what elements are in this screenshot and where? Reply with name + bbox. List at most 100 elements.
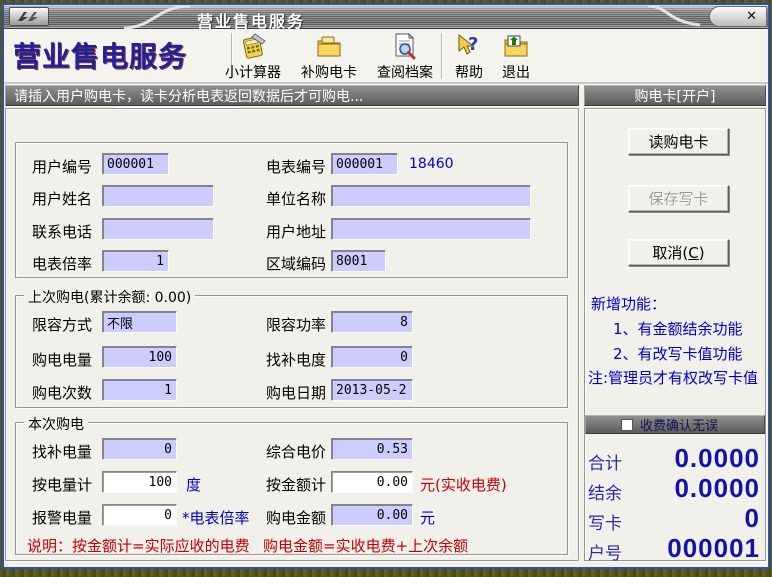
help-label: 帮助 (455, 62, 483, 82)
titlebar-swoosh (122, 5, 192, 29)
user-id-field[interactable] (102, 153, 169, 175)
limit-power-field[interactable] (331, 311, 413, 333)
account-row: 户号 000001 (586, 533, 764, 563)
alarm-energy-input[interactable] (102, 504, 177, 526)
close-icon: ✕ (746, 10, 757, 23)
note-right: 购电金额=实收电费+上次余额 (263, 535, 468, 556)
cancel-label-pre: 取消( (652, 242, 688, 263)
current-purchase-title: 本次购电 (24, 414, 88, 434)
total-row: 合计 0.0000 (586, 443, 764, 473)
toolbar: 营业售电服务 小计算器 (4, 29, 768, 84)
save-write-card-label: 保存写卡 (648, 188, 708, 209)
org-name-label: 单位名称 (266, 188, 326, 209)
new-features-title: 新增功能： (591, 293, 666, 314)
help-button[interactable]: ? 帮助 (447, 31, 491, 82)
write-card-label: 写卡 (588, 509, 622, 534)
meter-ratio-label: 电表倍率 (32, 253, 92, 274)
admin-note: 注:管理员才有权改写卡值 (588, 367, 758, 388)
view-archive-button[interactable]: 查阅档案 (372, 31, 438, 82)
address-field[interactable] (331, 218, 531, 240)
last-purchase-title: 上次购电(累计余额: 0.00) (24, 287, 195, 307)
by-amount-input[interactable] (331, 471, 413, 493)
archive-search-icon (392, 31, 418, 60)
status-message: 请插入用户购电卡，读卡分析电表返回数据后才可购电... (14, 86, 363, 106)
new-features-line1: 1、有金额结余功能 (613, 318, 743, 339)
purchase-count-label: 购电次数 (32, 382, 92, 403)
balance-row: 结余 0.0000 (586, 473, 764, 503)
meter-id-aux: 18460 (409, 156, 454, 172)
titlebar-swoosh-right (646, 5, 702, 29)
last-purchase-group: 上次购电(累计余额: 0.00) 限容方式 限容功率 购电电量 找补电度 购电次… (15, 295, 568, 408)
offset-degree-field[interactable] (331, 346, 413, 368)
rebuy-card-label: 补购电卡 (301, 62, 357, 82)
exit-icon (502, 31, 530, 60)
user-info-group: 用户编号 电表编号 18460 用户姓名 单位名称 联系电话 用户地址 电表倍率… (15, 142, 568, 278)
amount-field[interactable] (331, 504, 413, 526)
confirm-checkbox[interactable] (621, 419, 633, 431)
status-message-bar: 请插入用户购电卡，读卡分析电表返回数据后才可购电... (5, 85, 579, 106)
calculator-button[interactable]: 小计算器 (220, 31, 286, 82)
purchase-date-label: 购电日期 (266, 382, 326, 403)
rebuy-card-button[interactable]: 补购电卡 (296, 31, 362, 82)
save-write-card-button[interactable]: 保存写卡 (628, 185, 729, 212)
title-bar[interactable]: 营业售电服务 ✕ (4, 5, 768, 29)
unit-price-field[interactable] (331, 438, 413, 460)
calculator-icon (239, 31, 267, 60)
address-label: 用户地址 (266, 221, 326, 242)
cancel-label-key: C (688, 244, 698, 262)
limit-power-label: 限容功率 (266, 314, 326, 335)
write-card-row: 写卡 0 (586, 503, 764, 533)
account-label: 户号 (588, 539, 622, 564)
cancel-button[interactable]: 取消(C) (628, 239, 729, 266)
meter-id-label: 电表编号 (266, 156, 326, 177)
app-title: 营业售电服务 (13, 35, 187, 75)
alarm-energy-suffix: *电表倍率 (182, 507, 250, 528)
meter-ratio-field[interactable] (102, 250, 169, 272)
balance-value: 0.0000 (674, 473, 760, 504)
amount-suffix: 元 (420, 507, 435, 528)
limit-mode-field[interactable] (102, 311, 177, 333)
toolbar-separator-2 (441, 33, 443, 79)
phone-field[interactable] (102, 218, 214, 240)
org-name-field[interactable] (331, 185, 531, 207)
by-amount-suffix: 元(实收电费) (420, 474, 507, 495)
by-energy-input[interactable] (102, 471, 177, 493)
confirm-label: 收费确认无误 (640, 415, 718, 434)
by-amount-label: 按金额计 (266, 474, 326, 495)
phone-label: 联系电话 (32, 221, 92, 242)
area-code-label: 区域编码 (266, 253, 326, 274)
meter-id-field[interactable] (331, 153, 398, 175)
app-logo-icon (9, 7, 49, 26)
right-panel-title: 购电卡[开户] (635, 86, 716, 106)
limit-mode-label: 限容方式 (32, 314, 92, 335)
offset-energy-label: 找补电量 (32, 441, 92, 462)
write-card-value: 0 (745, 503, 760, 534)
balance-label: 结余 (588, 479, 622, 504)
user-id-label: 用户编号 (32, 156, 92, 177)
purchase-energy-label: 购电电量 (32, 349, 92, 370)
exit-label: 退出 (502, 62, 530, 82)
purchase-energy-field[interactable] (102, 346, 177, 368)
amount-label: 购电金额 (266, 507, 326, 528)
read-purchase-card-label: 读购电卡 (648, 131, 708, 152)
total-label: 合计 (588, 449, 622, 474)
note-left: 说明：按金额计=实际应收的电费 (27, 535, 250, 556)
offset-energy-field[interactable] (102, 438, 177, 460)
confirm-bar: 收费确认无误 (585, 415, 765, 434)
close-button[interactable]: ✕ (709, 6, 767, 27)
view-archive-label: 查阅档案 (377, 62, 433, 82)
cancel-label-post: ) (699, 244, 705, 262)
unit-price-label: 综合电价 (266, 441, 326, 462)
purchase-date-field[interactable] (331, 379, 413, 401)
exit-button[interactable]: 退出 (494, 31, 538, 82)
current-purchase-group: 本次购电 找补电量 综合电价 按电量计 度 按金额计 元(实收电费) 报警电量 … (15, 422, 568, 555)
alarm-energy-label: 报警电量 (32, 507, 92, 528)
by-energy-label: 按电量计 (32, 474, 92, 495)
purchase-count-field[interactable] (102, 379, 177, 401)
app-window: 营业售电服务 ✕ 营业售电服务 (2, 3, 770, 569)
read-purchase-card-button[interactable]: 读购电卡 (628, 128, 729, 155)
area-code-field[interactable] (331, 250, 386, 272)
right-panel-header: 购电卡[开户] (584, 85, 766, 106)
help-icon: ? (455, 31, 483, 60)
user-name-field[interactable] (102, 185, 214, 207)
